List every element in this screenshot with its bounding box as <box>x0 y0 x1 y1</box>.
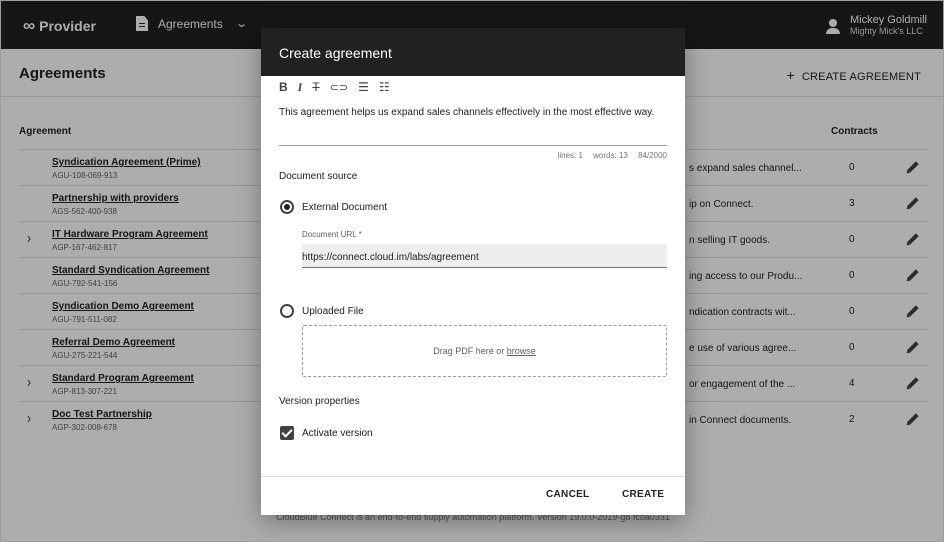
char-count: 84/2000 <box>638 151 667 160</box>
external-document-radio[interactable] <box>280 200 294 214</box>
uploaded-file-radio[interactable] <box>280 304 294 318</box>
document-url-field[interactable] <box>302 244 667 268</box>
document-url-label: Document URL * <box>302 230 362 239</box>
external-document-label[interactable]: External Document <box>302 202 387 213</box>
uploaded-file-label[interactable]: Uploaded File <box>302 306 364 317</box>
dialog-title: Create agreement <box>279 45 392 61</box>
browse-link[interactable]: browse <box>507 346 536 356</box>
cancel-button[interactable]: CANCEL <box>546 489 589 500</box>
description-editor[interactable]: This agreement helps us expand sales cha… <box>279 107 669 118</box>
pdf-dropzone[interactable]: Drag PDF here or browse <box>302 325 667 377</box>
bold-icon[interactable]: B <box>279 80 288 94</box>
words-count: words: 13 <box>593 151 628 160</box>
strikethrough-icon[interactable]: T <box>312 80 319 94</box>
create-button[interactable]: CREATE <box>622 489 664 500</box>
editor-toolbar: B I T ⊂⊃ ☰ ☷ <box>279 78 400 96</box>
document-url-input[interactable] <box>302 244 667 267</box>
dialog-header: Create agreement <box>261 28 685 76</box>
activate-version-label[interactable]: Activate version <box>302 428 373 439</box>
editor-underline <box>279 145 667 146</box>
create-agreement-dialog: Create agreement B I T ⊂⊃ ☰ ☷ This agree… <box>261 28 685 515</box>
link-icon[interactable]: ⊂⊃ <box>330 81 348 94</box>
lines-count: lines: 1 <box>557 151 583 160</box>
activate-version-checkbox[interactable] <box>280 426 294 440</box>
dialog-divider <box>261 476 685 477</box>
editor-stats: lines: 1 words: 13 84/2000 <box>279 151 667 160</box>
version-properties-label: Version properties <box>279 396 360 407</box>
numbered-list-icon[interactable]: ☷ <box>379 80 390 94</box>
dropzone-text: Drag PDF here or browse <box>303 346 666 356</box>
dropzone-prompt: Drag PDF here or <box>433 346 507 356</box>
document-source-label: Document source <box>279 171 358 182</box>
italic-icon[interactable]: I <box>298 80 303 95</box>
app-frame: ∞ Provider Agreements ⌄ Mickey Goldmill … <box>0 0 944 542</box>
bulleted-list-icon[interactable]: ☰ <box>358 80 369 94</box>
